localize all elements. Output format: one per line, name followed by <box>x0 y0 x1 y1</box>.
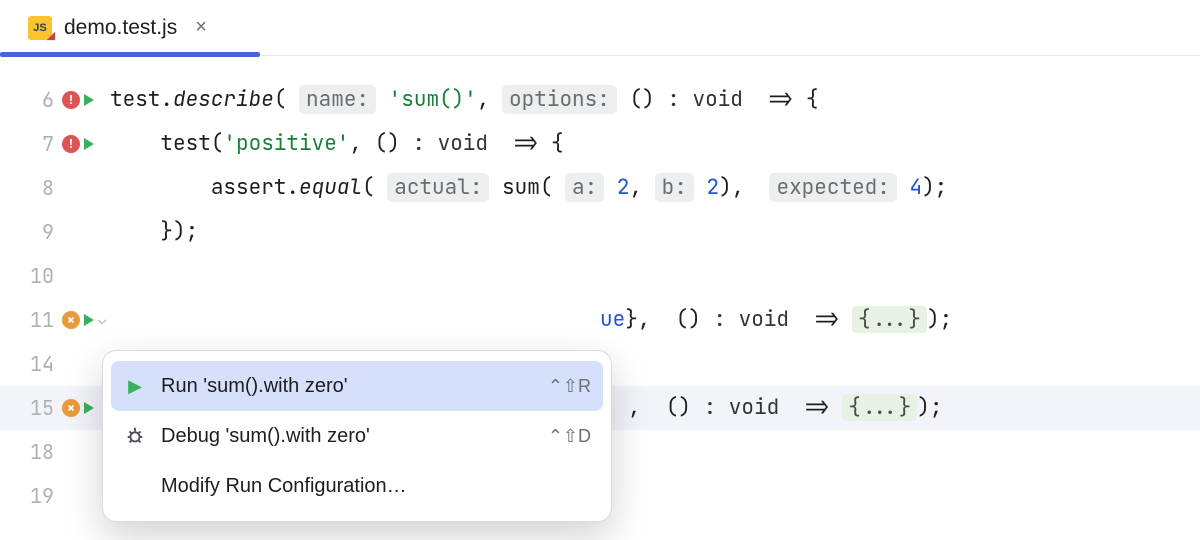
line-number: 14 <box>0 342 62 386</box>
line-number: 7 <box>0 122 62 166</box>
tab-bar: JS demo.test.js × <box>0 0 1200 56</box>
play-icon: ▶ <box>123 376 147 397</box>
close-icon[interactable]: × <box>195 16 207 39</box>
error-icon[interactable]: ! <box>62 91 80 109</box>
menu-item-label: Modify Run Configuration… <box>161 475 407 498</box>
run-gutter-icon[interactable] <box>84 402 94 414</box>
shortcut: ⌃⇧D <box>548 426 591 447</box>
line-number: 6 <box>0 78 62 122</box>
param-hint: a: <box>565 173 604 202</box>
gutter-icons[interactable]: ! <box>62 135 110 153</box>
run-gutter-icon[interactable] <box>84 94 94 106</box>
line-number: 19 <box>0 474 62 518</box>
param-hint: b: <box>655 173 694 202</box>
menu-debug[interactable]: Debug 'sum().with zero' ⌃⇧D <box>103 411 611 461</box>
shortcut: ⌃⇧R <box>548 376 591 397</box>
context-menu: ▶ Run 'sum().with zero' ⌃⇧R Debug 'sum()… <box>102 350 612 522</box>
line-number: 10 <box>0 254 62 298</box>
code-fold[interactable]: {...} <box>852 306 927 333</box>
warning-icon[interactable]: ✕ <box>62 311 80 329</box>
param-hint: name: <box>299 85 376 114</box>
line-number: 8 <box>0 166 62 210</box>
menu-item-label: Run 'sum().with zero' <box>161 375 348 398</box>
menu-item-label: Debug 'sum().with zero' <box>161 425 370 448</box>
tab-filename: demo.test.js <box>64 16 177 40</box>
gutter-icons[interactable]: ! <box>62 91 110 109</box>
param-hint: actual: <box>387 173 489 202</box>
param-hint: expected: <box>769 173 896 202</box>
line-number: 18 <box>0 430 62 474</box>
chevron-down-icon[interactable]: ⌄ <box>98 298 106 342</box>
line-number: 11 <box>0 298 62 342</box>
file-tab[interactable]: JS demo.test.js × <box>14 0 221 55</box>
error-icon[interactable]: ! <box>62 135 80 153</box>
run-gutter-icon[interactable] <box>84 314 94 326</box>
code-fold[interactable]: {...} <box>842 394 917 421</box>
bug-icon <box>123 425 147 447</box>
warning-icon[interactable]: ✕ <box>62 399 80 417</box>
run-gutter-icon[interactable] <box>84 138 94 150</box>
param-hint: options: <box>502 85 617 114</box>
line-number: 9 <box>0 210 62 254</box>
line-number: 15 <box>0 386 62 430</box>
js-file-icon: JS <box>28 16 52 40</box>
gutter-icons[interactable]: ✕ ⌄ <box>62 298 110 342</box>
menu-modify-run-config[interactable]: Modify Run Configuration… <box>103 461 611 511</box>
menu-run[interactable]: ▶ Run 'sum().with zero' ⌃⇧R <box>111 361 603 411</box>
